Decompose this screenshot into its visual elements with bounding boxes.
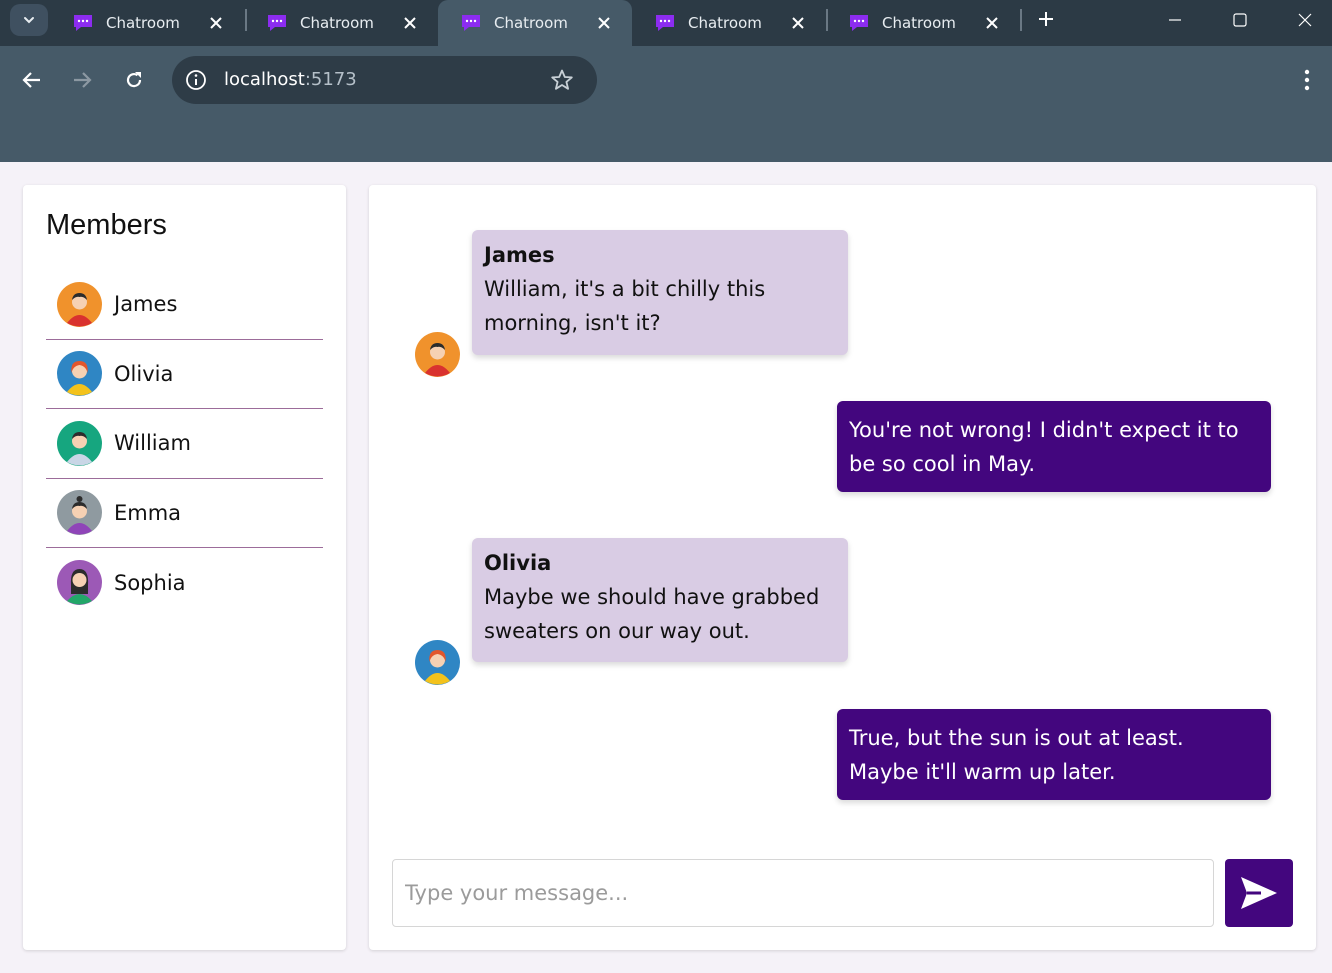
member-item-james[interactable]: James xyxy=(46,270,323,340)
message-bubble-incoming: Olivia Maybe we should have grabbed swea… xyxy=(472,538,848,662)
chat-favicon-icon xyxy=(462,15,480,31)
avatar-icon xyxy=(57,560,102,606)
message-bubble-incoming: James William, it's a bit chilly this mo… xyxy=(472,230,848,355)
browser-tab[interactable]: Chatroom xyxy=(50,0,244,46)
minimize-icon xyxy=(1169,19,1181,21)
members-heading: Members xyxy=(46,209,167,241)
browser-tab[interactable]: Chatroom xyxy=(632,0,826,46)
browser-tab[interactable]: Chatroom xyxy=(244,0,438,46)
tab-title: Chatroom xyxy=(688,14,762,32)
message-text: You're not wrong! I didn't expect it to … xyxy=(849,418,1239,476)
plus-icon xyxy=(1039,12,1053,26)
tab-title: Chatroom xyxy=(300,14,374,32)
close-window-button[interactable] xyxy=(1293,8,1317,32)
arrow-right-icon xyxy=(74,72,92,88)
minimize-button[interactable] xyxy=(1163,8,1187,32)
browser-tab-active[interactable]: Chatroom xyxy=(438,0,632,46)
member-name: Emma xyxy=(114,500,182,525)
close-tab-icon[interactable] xyxy=(788,13,808,33)
browser-menu-button[interactable] xyxy=(1295,66,1319,94)
site-info-icon[interactable] xyxy=(185,69,207,91)
browser-tab-strip: Chatroom Chatroom Chatroom Chatroom Chat… xyxy=(0,0,1332,46)
message-text: William, it's a bit chilly this morning,… xyxy=(484,277,766,335)
reload-button[interactable] xyxy=(120,66,148,94)
members-panel: Members James Olivia William Emma Sophia xyxy=(23,185,346,950)
maximize-button[interactable] xyxy=(1228,8,1252,32)
chat-favicon-icon xyxy=(268,15,286,31)
close-icon xyxy=(1298,13,1312,27)
new-tab-button[interactable] xyxy=(1034,7,1058,31)
avatar-icon xyxy=(415,640,460,685)
message-text: Maybe we should have grabbed sweaters on… xyxy=(484,585,820,643)
avatar-icon xyxy=(57,281,102,327)
bookmark-star-icon[interactable] xyxy=(550,68,574,92)
arrow-left-icon xyxy=(22,72,40,88)
more-vertical-icon xyxy=(1304,69,1310,91)
tab-divider xyxy=(1020,9,1022,31)
close-tab-icon[interactable] xyxy=(982,13,1002,33)
close-tab-icon[interactable] xyxy=(206,13,226,33)
tab-title: Chatroom xyxy=(882,14,956,32)
message-bubble-outgoing: You're not wrong! I didn't expect it to … xyxy=(837,401,1271,492)
avatar-icon xyxy=(57,420,102,466)
member-list: James Olivia William Emma Sophia xyxy=(46,270,323,618)
browser-toolbar: localhost:5173 xyxy=(0,46,1332,162)
chat-panel: James William, it's a bit chilly this mo… xyxy=(369,185,1316,950)
member-name: William xyxy=(114,431,191,456)
member-item-olivia[interactable]: Olivia xyxy=(46,340,323,409)
forward-button[interactable] xyxy=(68,66,96,94)
avatar-icon xyxy=(57,351,102,397)
maximize-icon xyxy=(1233,13,1247,27)
message-sender: James xyxy=(484,243,555,267)
back-button[interactable] xyxy=(18,66,46,94)
tab-title: Chatroom xyxy=(106,14,180,32)
member-item-sophia[interactable]: Sophia xyxy=(46,548,323,618)
member-item-emma[interactable]: Emma xyxy=(46,479,323,548)
chat-favicon-icon xyxy=(74,15,92,31)
tab-search-button[interactable] xyxy=(10,4,48,36)
tab-title: Chatroom xyxy=(494,14,568,32)
message-sender: Olivia xyxy=(484,551,552,575)
member-name: Sophia xyxy=(114,570,186,595)
chatroom-page: Members James Olivia William Emma Sophia… xyxy=(0,162,1332,973)
url-text: localhost:5173 xyxy=(224,69,357,90)
message-text: True, but the sun is out at least. Maybe… xyxy=(849,726,1184,784)
address-bar[interactable]: localhost:5173 xyxy=(172,56,597,104)
chat-favicon-icon xyxy=(656,15,674,31)
avatar-icon xyxy=(57,490,102,536)
chevron-down-icon xyxy=(24,17,34,24)
browser-tab[interactable]: Chatroom xyxy=(826,0,1020,46)
close-tab-icon[interactable] xyxy=(400,13,420,33)
send-button[interactable] xyxy=(1225,859,1293,927)
message-input[interactable] xyxy=(392,859,1214,927)
member-item-william[interactable]: William xyxy=(46,409,323,479)
url-port: :5173 xyxy=(304,69,357,90)
chat-favicon-icon xyxy=(850,15,868,31)
send-icon xyxy=(1241,877,1277,909)
avatar-icon xyxy=(415,332,460,377)
message-bubble-outgoing: True, but the sun is out at least. Maybe… xyxy=(837,709,1271,800)
member-name: Olivia xyxy=(114,361,174,386)
reload-icon xyxy=(126,72,142,88)
member-name: James xyxy=(114,292,178,317)
close-tab-icon[interactable] xyxy=(594,13,614,33)
url-host: localhost xyxy=(224,69,305,90)
